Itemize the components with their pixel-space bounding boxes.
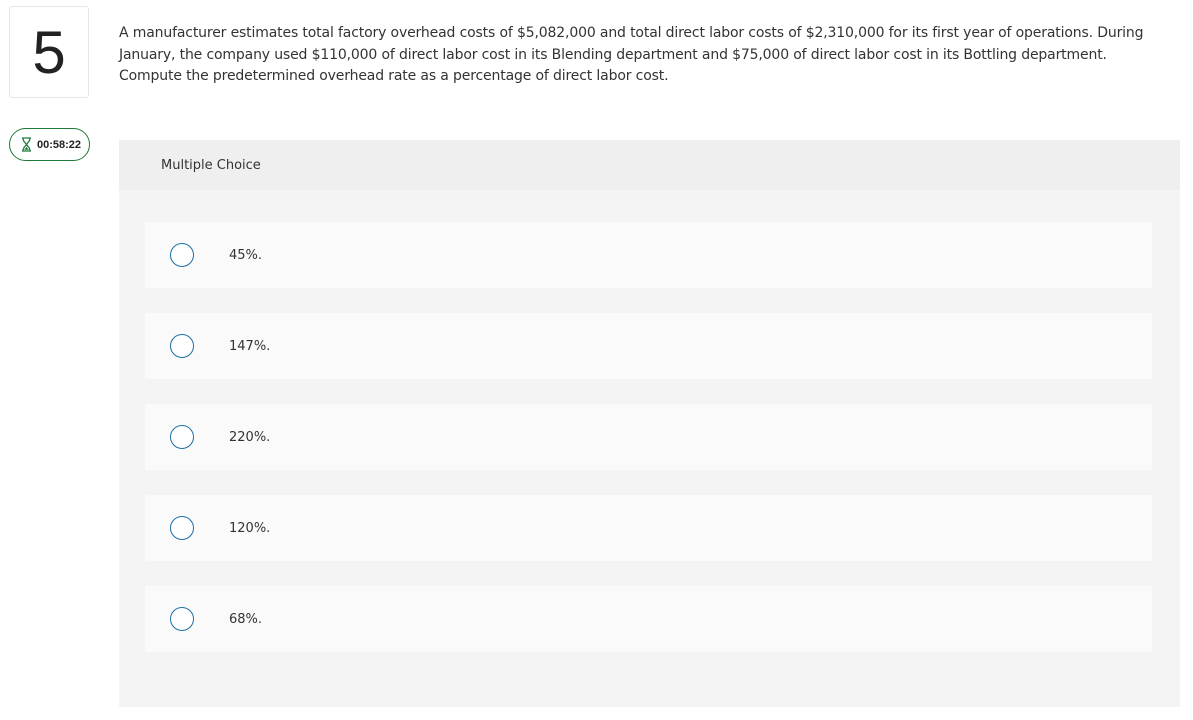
radio-button[interactable] <box>170 334 194 358</box>
question-number: 5 <box>9 6 89 98</box>
radio-button[interactable] <box>170 607 194 631</box>
timer-value: 00:58:22 <box>37 138 82 151</box>
multiple-choice-header: Multiple Choice <box>119 140 1180 190</box>
choice-option-3[interactable]: 220%. <box>145 404 1152 470</box>
choice-label: 220%. <box>229 429 271 445</box>
hourglass-icon <box>21 137 32 152</box>
radio-button[interactable] <box>170 516 194 540</box>
choice-option-2[interactable]: 147%. <box>145 313 1152 379</box>
choice-option-1[interactable]: 45%. <box>145 222 1152 288</box>
choice-label: 68%. <box>229 611 263 627</box>
choice-label: 120%. <box>229 520 271 536</box>
radio-button[interactable] <box>170 243 194 267</box>
question-text: A manufacturer estimates total factory o… <box>119 25 1144 84</box>
choice-option-5[interactable]: 68%. <box>145 586 1152 652</box>
choice-label: 45%. <box>229 247 263 263</box>
timer-badge[interactable]: 00:58:22 <box>9 128 90 161</box>
choice-label: 147%. <box>229 338 271 354</box>
choice-option-4[interactable]: 120%. <box>145 495 1152 561</box>
multiple-choice-panel: Multiple Choice 45%. 147%. 220%. 120%. 6… <box>119 140 1180 707</box>
radio-button[interactable] <box>170 425 194 449</box>
